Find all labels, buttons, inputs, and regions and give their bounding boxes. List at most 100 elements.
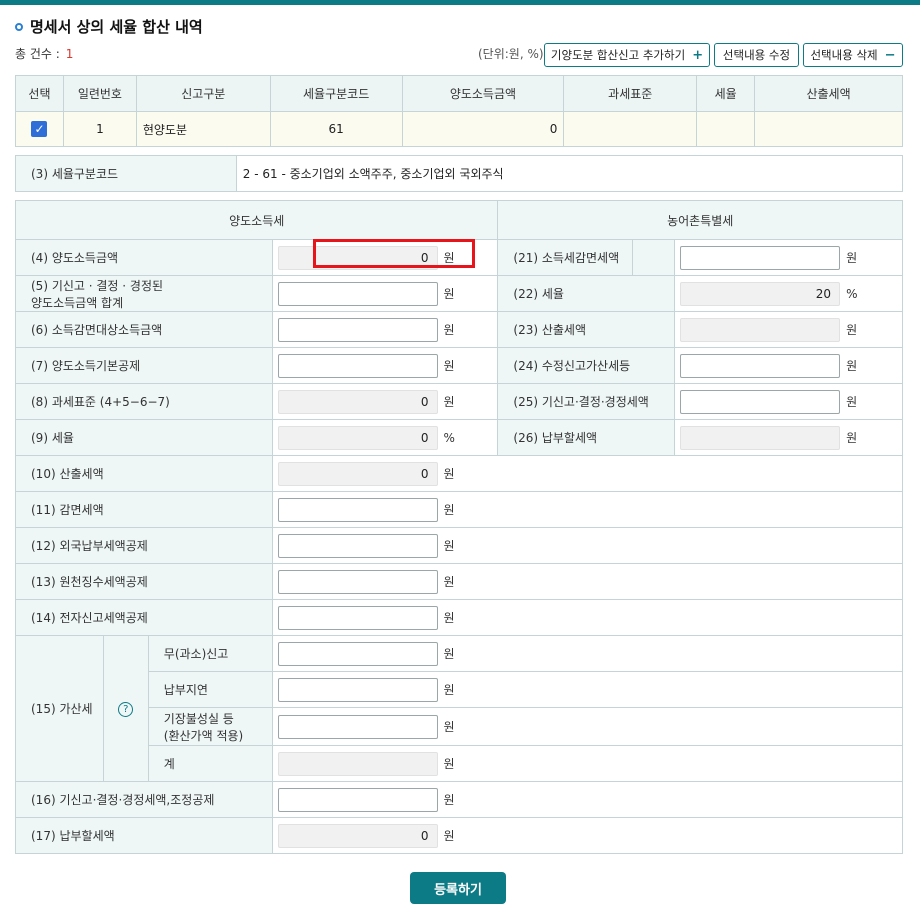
- penalty-tax-label: (15) 가산세: [15, 635, 104, 782]
- row-transfer-income: 0: [401, 111, 565, 147]
- total-count: 총 건수 : 1: [15, 45, 73, 62]
- penalty-help-cell: ?: [102, 635, 149, 782]
- unit-won: 원: [443, 829, 455, 843]
- row-calculated-tax: [754, 111, 903, 147]
- basic-deduction-label: (7) 양도소득기본공제: [15, 347, 273, 384]
- unit-note: (단위:원, %): [478, 47, 544, 61]
- col-transfer-income: 양도소득금액: [401, 75, 565, 112]
- rural-payable-tax-label: (26) 납부할세액: [497, 419, 676, 456]
- rural-tax-rate-label: (22) 세율: [497, 275, 676, 312]
- unit-won: 원: [443, 503, 455, 517]
- unit-percent: %: [443, 430, 455, 445]
- col-calculated-tax: 산출세액: [754, 75, 903, 112]
- unit-won: 원: [443, 683, 455, 697]
- help-icon[interactable]: ?: [118, 701, 134, 717]
- minus-icon: −: [884, 47, 896, 63]
- unit-won: 원: [846, 395, 858, 409]
- tax-form-table: 양도소득세 농어촌특별세 (4) 양도소득금액 0원 (21) 소득세감면세액 …: [14, 200, 904, 854]
- reduction-target-income-label: (6) 소득감면대상소득금액: [15, 311, 273, 348]
- non-report-penalty-input[interactable]: [277, 641, 438, 666]
- unit-won: 원: [443, 359, 455, 373]
- rate-code-value: 2 - 61 - 중소기업외 소액주주, 중소기업외 국외주식: [235, 155, 904, 192]
- row-report-type: 현양도분: [135, 111, 271, 147]
- add-prior-transfer-label: 기양도분 합산신고 추가하기: [550, 48, 686, 62]
- capital-gains-tax-header: 양도소득세: [14, 200, 499, 240]
- col-rate-code: 세율구분코드: [269, 75, 403, 112]
- unit-won: 원: [443, 793, 455, 807]
- amended-penalty-label: (24) 수정신고가산세등: [497, 347, 676, 384]
- unit-won: 원: [443, 647, 455, 661]
- section-title: 명세서 상의 세율 합산 내역: [15, 16, 203, 37]
- reduction-target-income-input[interactable]: [277, 317, 438, 342]
- reduction-tax-input[interactable]: [277, 497, 438, 522]
- income-tax-reduction-input[interactable]: [680, 245, 841, 270]
- bookkeeping-penalty-label-line1: 기장불성실 등: [163, 711, 234, 726]
- bookkeeping-penalty-input[interactable]: [277, 714, 438, 739]
- unit-won: 원: [443, 323, 455, 337]
- withholding-credit-input[interactable]: [277, 569, 438, 594]
- unit-won: 원: [443, 611, 455, 625]
- prior-reported-income-input[interactable]: [277, 281, 438, 306]
- row-serial: 1: [62, 111, 137, 147]
- submit-button[interactable]: 등록하기: [410, 872, 506, 904]
- col-report-type: 신고구분: [135, 75, 271, 112]
- income-tax-reduction-spacer: [632, 239, 676, 276]
- rural-tax-rate-field: 20: [680, 281, 841, 306]
- prior-tax-adjustment-label: (16) 기신고·결정·경정세액,조정공제: [15, 781, 273, 818]
- late-payment-penalty-input[interactable]: [277, 677, 438, 702]
- basic-deduction-input[interactable]: [277, 353, 438, 378]
- row-checkbox[interactable]: ✓: [31, 121, 48, 137]
- unit-won: 원: [846, 431, 858, 445]
- row-select-cell[interactable]: ✓: [15, 111, 64, 147]
- prior-reported-income-label-line2: 양도소득금액 합계: [31, 295, 124, 310]
- rural-calculated-tax-field: [680, 317, 841, 342]
- foreign-tax-credit-input[interactable]: [277, 533, 438, 558]
- unit-won: 원: [443, 539, 455, 553]
- edit-selected-button[interactable]: 선택내용 수정: [714, 43, 799, 67]
- income-tax-reduction-label: (21) 소득세감면세액: [497, 239, 634, 276]
- row-rate-code: 61: [269, 111, 403, 147]
- foreign-tax-credit-label: (12) 외국납부세액공제: [15, 527, 273, 564]
- rural-prior-tax-input[interactable]: [680, 389, 841, 414]
- table-row[interactable]: ✓ 1 현양도분 61 0: [15, 111, 903, 147]
- transfer-income-label: (4) 양도소득금액: [15, 239, 273, 276]
- total-count-label: 총 건수 :: [15, 47, 60, 61]
- summary-header-row: 선택 일련번호 신고구분 세율구분코드 양도소득금액 과세표준 세율 산출세액: [15, 75, 903, 112]
- plus-icon: +: [692, 47, 704, 63]
- rural-prior-tax-label: (25) 기신고·결정·경정세액: [497, 383, 676, 420]
- summary-table: 선택 일련번호 신고구분 세율구분코드 양도소득금액 과세표준 세율 산출세액 …: [15, 75, 903, 147]
- prior-reported-income-label-line1: (5) 기신고 · 결정 · 경정된: [31, 278, 164, 293]
- unit-won: 원: [443, 467, 455, 481]
- delete-selected-label: 선택내용 삭제: [810, 48, 878, 62]
- tax-rate-field: 0: [277, 425, 438, 450]
- add-prior-transfer-button[interactable]: 기양도분 합산신고 추가하기 +: [544, 43, 710, 67]
- row-tax-rate: [696, 111, 756, 147]
- delete-selected-button[interactable]: 선택내용 삭제 −: [803, 43, 903, 67]
- rate-code-label: (3) 세율구분코드: [15, 155, 237, 192]
- col-select: 선택: [15, 75, 64, 112]
- e-filing-credit-input[interactable]: [277, 605, 438, 630]
- unit-percent: %: [846, 286, 858, 301]
- tax-base-label: (8) 과세표준 (4+5−6−7): [15, 383, 273, 420]
- penalty-total-field: [277, 751, 438, 776]
- col-serial: 일련번호: [62, 75, 137, 112]
- unit-won: 원: [443, 395, 455, 409]
- penalty-total-label: 계: [147, 745, 273, 782]
- unit-won: 원: [846, 251, 858, 265]
- total-count-value: 1: [65, 47, 74, 61]
- reduction-tax-label: (11) 감면세액: [15, 491, 273, 528]
- calculated-tax-field: 0: [277, 461, 438, 486]
- row-tax-base: [563, 111, 698, 147]
- calculated-tax-label: (10) 산출세액: [15, 455, 273, 492]
- unit-won: 원: [443, 287, 455, 301]
- unit-won: 원: [846, 359, 858, 373]
- unit-won: 원: [443, 757, 455, 771]
- prior-tax-adjustment-input[interactable]: [277, 787, 438, 812]
- title-bullet-icon: [15, 22, 23, 31]
- amended-penalty-input[interactable]: [680, 353, 841, 378]
- prior-reported-income-label: (5) 기신고 · 결정 · 경정된양도소득금액 합계: [15, 275, 273, 312]
- edit-selected-label: 선택내용 수정: [722, 48, 791, 62]
- unit-won: 원: [443, 575, 455, 589]
- rural-calculated-tax-label: (23) 산출세액: [497, 311, 676, 348]
- rural-special-tax-header: 농어촌특별세: [497, 200, 903, 240]
